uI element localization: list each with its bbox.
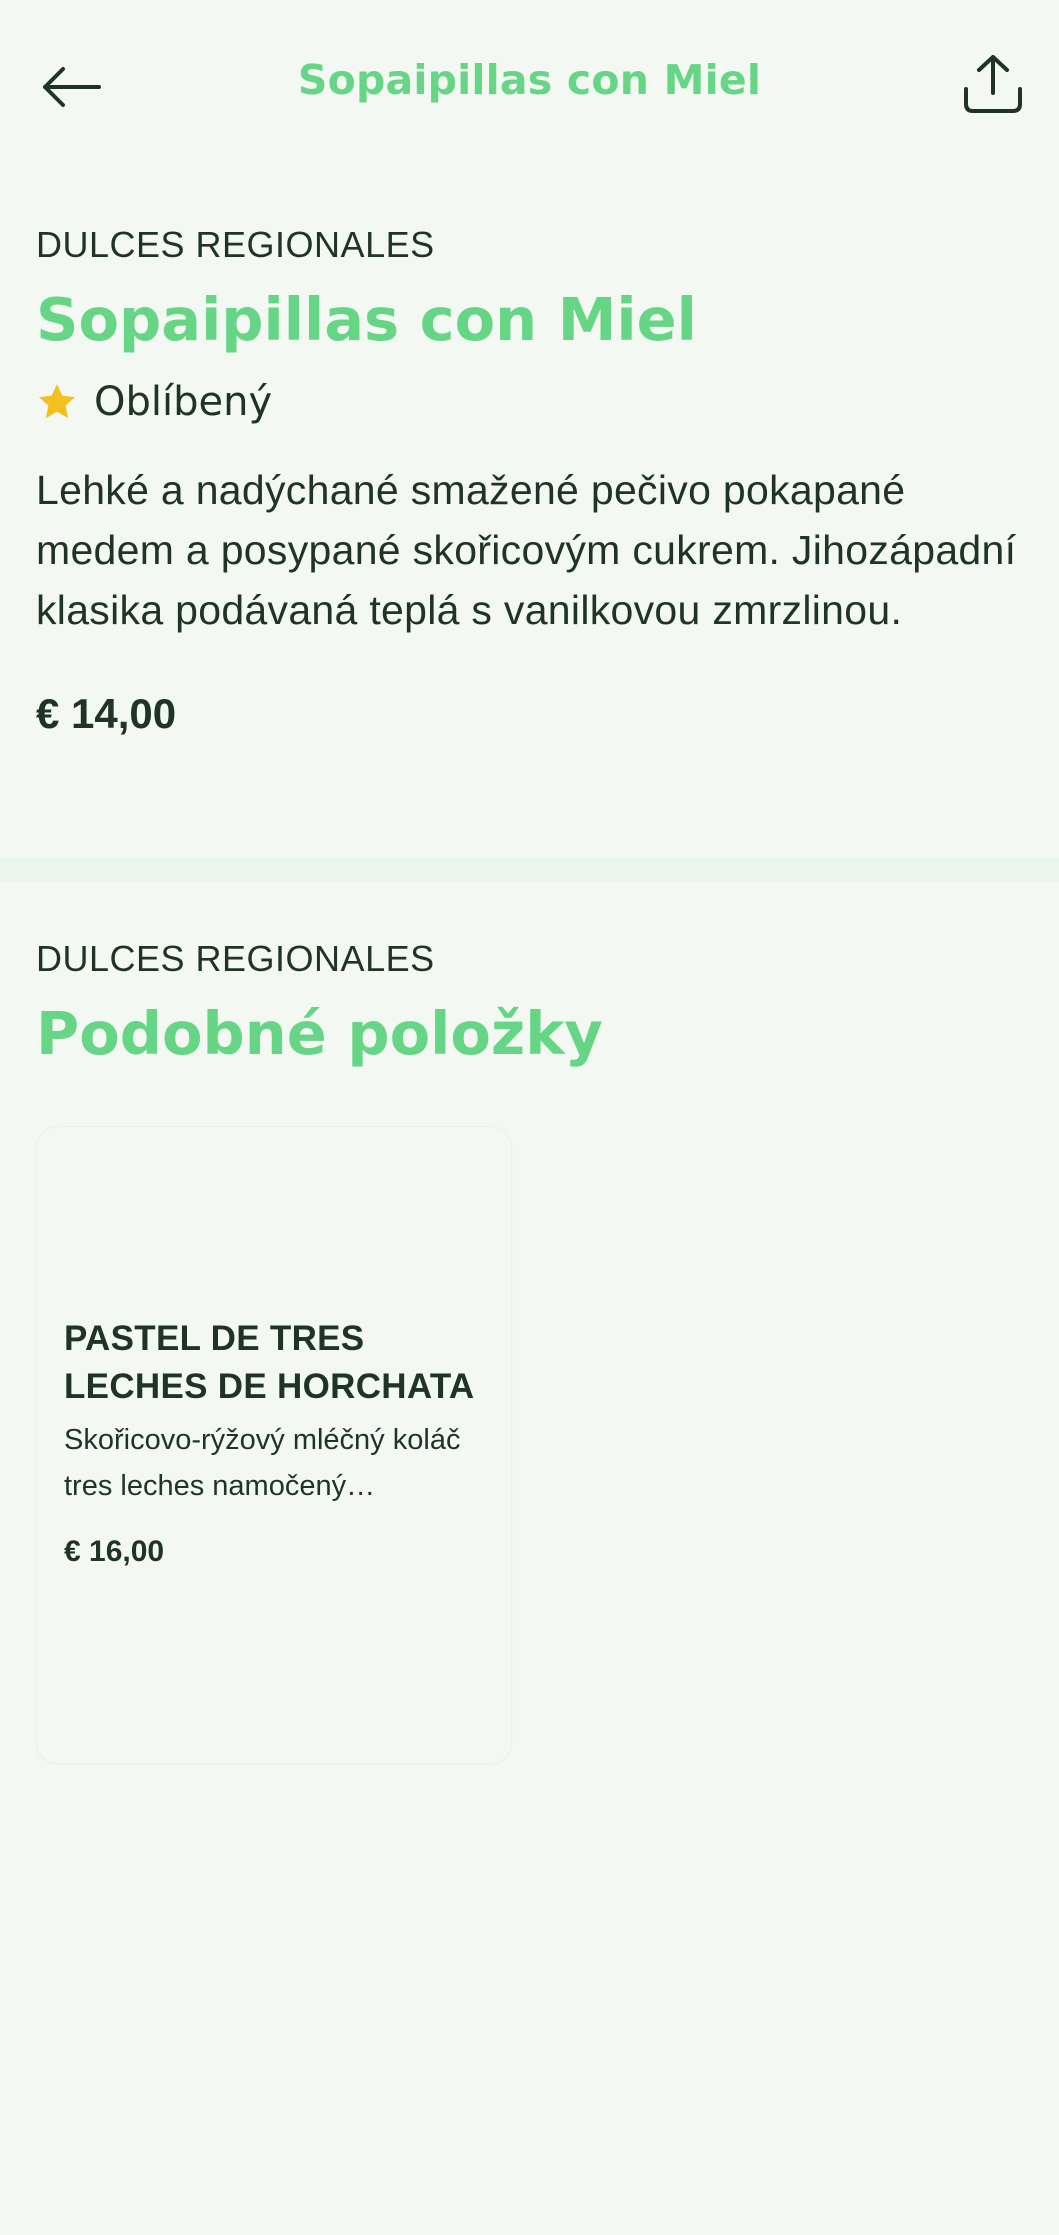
star-icon: [38, 384, 76, 419]
top-app-bar: Sopaipillas con Miel: [0, 0, 1059, 170]
similar-item-card[interactable]: PASTEL DE TRES LECHES DE HORCHATA Skořic…: [36, 1126, 512, 1764]
share-icon: [964, 55, 1022, 113]
header-title: Sopaipillas con Miel: [297, 56, 762, 104]
item-price: € 14,00: [36, 690, 177, 737]
similar-item-name: PASTEL DE TRES LECHES DE HORCHATA: [64, 1319, 475, 1406]
similar-category: DULCES REGIONALES: [36, 938, 435, 979]
item-detail-section: DULCES REGIONALES Sopaipillas con Miel O…: [36, 220, 1026, 738]
item-description: Lehké a nadýchané smažené pečivo pokapan…: [36, 467, 1017, 633]
similar-item-description: Skořicovo-rýžový mléčný koláč tres leche…: [64, 1424, 461, 1502]
section-divider: [0, 858, 1059, 882]
similar-title: Podobné položky: [36, 999, 603, 1068]
similar-items-section: DULCES REGIONALES Podobné položky: [36, 934, 1026, 1074]
share-button[interactable]: [957, 48, 1029, 120]
item-title: Sopaipillas con Miel: [36, 285, 697, 354]
similar-item-price: € 16,00: [64, 1535, 165, 1568]
favorite-label: Oblíbený: [94, 379, 273, 425]
item-category: DULCES REGIONALES: [36, 224, 435, 265]
favorite-badge: Oblíbený: [36, 374, 1026, 430]
